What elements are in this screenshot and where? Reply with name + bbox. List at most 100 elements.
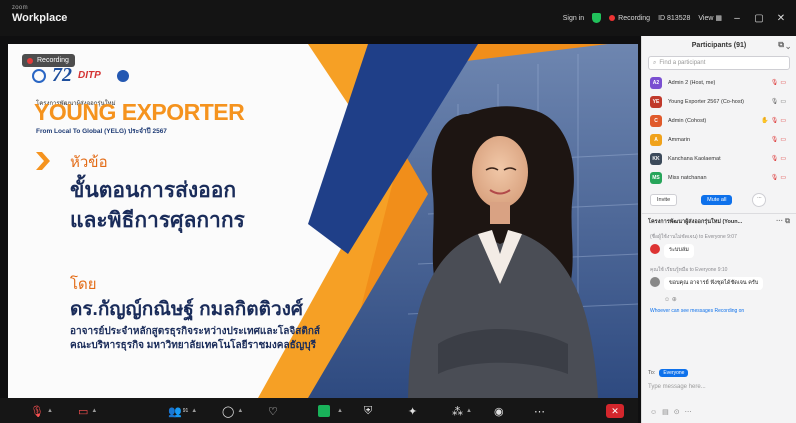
chat-message: คุณใช้ เรียนรู้หมือ to Everyone 9:10 ขอบ… [642, 262, 796, 295]
mic-muted-icon[interactable]: 🎙▭ [771, 79, 788, 86]
react-icon[interactable]: ♡ [268, 402, 278, 420]
chat-header: โครงการพัฒนาผู้ส่งออกรุ่นใหม่ (Youn... ·… [642, 213, 796, 229]
logo-72: 72 [52, 64, 72, 86]
record-icon[interactable]: ◉ [494, 402, 504, 420]
titlebar-right: Sign in Recording ID 813528 View ▦ – ▢ ✕ [563, 10, 788, 26]
participants-count: 91 [182, 408, 189, 414]
screenshot-icon[interactable]: ⊙ [674, 409, 685, 416]
mic-muted-icon[interactable]: 🎙▭ [771, 174, 788, 181]
emoji-icon[interactable]: ☺ [650, 409, 662, 416]
meeting-toolbar: 🎙 ▲ ▭ ▲ 👥 91 ▲ ◯ ▲ ♡ ▲ ⛨ ✦ ⁂ ▲ ◉ ⋯ ✕ [0, 398, 638, 423]
young-exporter-title: YOUNG EXPORTER [34, 99, 245, 125]
recording-indicator[interactable]: Recording [609, 15, 650, 22]
participant-row[interactable]: A Ammarin 🎙▭ [642, 130, 796, 149]
more-options-button[interactable]: ... [752, 193, 767, 207]
options-icon[interactable]: ⋯ [534, 402, 545, 420]
participant-row[interactable]: KK Kanchana Kaolaemat 🎙▭ [642, 149, 796, 168]
chat-message: (ชื่อผู้ใช้งานไม่ชัดเจน) to Everyone 9:0… [642, 229, 796, 262]
search-icon: ⌕ [653, 60, 657, 66]
apps-icon[interactable]: ✦ [408, 402, 417, 420]
view-label: View [698, 15, 714, 22]
chat-system-note: Whoever can see messages Recording on [650, 308, 745, 315]
file-icon[interactable]: ▤ [662, 409, 674, 416]
avatar: A2 [650, 76, 662, 89]
share-caret-icon[interactable]: ▲ [334, 402, 343, 420]
participant-name: Admin (Cohost) [668, 117, 707, 124]
ditp-emblem-icon [32, 68, 46, 83]
speaker-name: ดร.กัญญ์กณิษฐ์ กมลกิตติวงศ์ [70, 299, 303, 320]
chat-recipient: To: Everyone [648, 369, 689, 377]
participant-list: A2 Admin 2 (Host, me) 🎙▭ YE Young Export… [642, 73, 796, 187]
mic-icon[interactable]: 🎙▭ [771, 98, 788, 105]
message-text: ขอบคุณ อาจารย์ ฟังชุดได้ชัดเจน ครับ [664, 276, 764, 291]
app-brand: zoom Workplace [12, 5, 67, 24]
participant-name: Admin 2 (Host, me) [668, 79, 716, 86]
participant-search-placeholder: Find a participant [659, 60, 706, 66]
meeting-id[interactable]: ID 813528 [658, 15, 690, 22]
avatar: C [650, 114, 662, 127]
participant-name: Kanchana Kaolaemat [668, 155, 721, 162]
participant-row[interactable]: MS Miss natchanan 🎙▭ [642, 168, 796, 187]
speaker-role-2: คณะบริหารธุรกิจ มหาวิทยาลัยเทคโนโลยีราชม… [70, 340, 316, 351]
more-icon[interactable]: ⋯ [685, 409, 697, 416]
avatar: YE [650, 95, 662, 108]
title-bar: zoom Workplace Sign in Recording ID 8135… [0, 0, 796, 36]
end-icon[interactable]: ✕ [606, 404, 624, 418]
recording-badge-label: Recording [37, 57, 69, 64]
side-panel: Participants (91) ⧉ ⌄ ⌕ Find a participa… [641, 36, 796, 423]
share-icon[interactable] [318, 405, 330, 417]
chevron-right-icon [36, 152, 50, 170]
compose-icons: ☺▤⊙⋯ [650, 408, 697, 416]
security-icon[interactable]: ⛨ [364, 402, 372, 420]
avatar [650, 244, 660, 254]
participant-name: Young Exporter 2567 (Co-host) [668, 98, 744, 105]
mic-muted-icon[interactable]: ✋🎙▭ [761, 117, 788, 124]
popout-icon[interactable]: ⧉ ⌄ [778, 40, 790, 50]
chat-icon[interactable]: ◯ ▲ [222, 402, 243, 420]
mic-muted-icon[interactable]: 🎙 ▲ [30, 402, 53, 420]
avatar [650, 276, 660, 287]
participants-icon[interactable]: 👥 91 ▲ [168, 402, 197, 420]
participants-header: Participants (91) ⧉ ⌄ [642, 36, 796, 54]
avatar: A [650, 133, 662, 146]
slide-logos: 72 DITP [32, 64, 129, 87]
message-meta: (ชื่อผู้ใช้งานไม่ชัดเจน) to Everyone 9:0… [650, 234, 737, 240]
chat-input[interactable]: Type message here... [648, 384, 791, 390]
brand-name: Workplace [12, 12, 68, 24]
participant-row[interactable]: A2 Admin 2 (Host, me) 🎙▭ [642, 73, 796, 92]
mic-muted-icon[interactable]: 🎙▭ [771, 136, 788, 143]
signin-link[interactable]: Sign in [563, 15, 584, 22]
invite-button[interactable]: Invite [650, 194, 678, 206]
close-icon[interactable]: ✕ [774, 13, 788, 24]
chat-title: โครงการพัฒนาผู้ส่งออกรุ่นใหม่ (Youn... [648, 218, 743, 225]
minimize-icon[interactable]: – [730, 13, 744, 24]
shared-screen[interactable]: Recording 72 DITP โครงการพัฒนาผู้ส่งออกร… [8, 44, 638, 398]
to-label: To: [648, 370, 656, 376]
brand-small: zoom [12, 5, 28, 11]
avatar: MS [650, 171, 662, 184]
by-label: โดย [70, 276, 97, 293]
participant-search[interactable]: ⌕ Find a participant [648, 56, 790, 70]
reaction-icons[interactable]: ☺ ⊕ [642, 294, 796, 305]
mute-all-button[interactable]: Mute all [701, 195, 733, 205]
speaker-role-1: อาจารย์ประจำหลักสูตรธุรกิจระหว่างประเทศแ… [70, 326, 320, 337]
participant-row[interactable]: C Admin (Cohost) ✋🎙▭ [642, 111, 796, 130]
mic-muted-icon[interactable]: 🎙▭ [771, 155, 788, 162]
recipient-select[interactable]: Everyone [659, 369, 689, 377]
shield-icon[interactable] [592, 13, 602, 23]
maximize-icon[interactable]: ▢ [752, 13, 766, 24]
message-text: ระบบล่ม [664, 244, 694, 258]
view-menu[interactable]: View ▦ [698, 14, 722, 22]
avatar: KK [650, 152, 662, 165]
participants-title: Participants (91) [691, 41, 747, 49]
more-icon[interactable]: ⁂ ▲ [452, 402, 472, 420]
topic-line-1: ขั้นตอนการส่งออก [70, 179, 237, 202]
chat-popout-icon[interactable]: ··· ⧉ [776, 218, 790, 226]
partner-logo-icon [116, 69, 129, 82]
recording-label: Recording [618, 14, 651, 22]
topic-line-2: และพิธีการศุลกากร [70, 209, 245, 232]
logo-ditp: DITP [78, 70, 101, 81]
video-muted-icon[interactable]: ▭ ▲ [78, 402, 97, 420]
participant-row[interactable]: YE Young Exporter 2567 (Co-host) 🎙▭ [642, 92, 796, 111]
record-dot-icon [27, 57, 33, 64]
